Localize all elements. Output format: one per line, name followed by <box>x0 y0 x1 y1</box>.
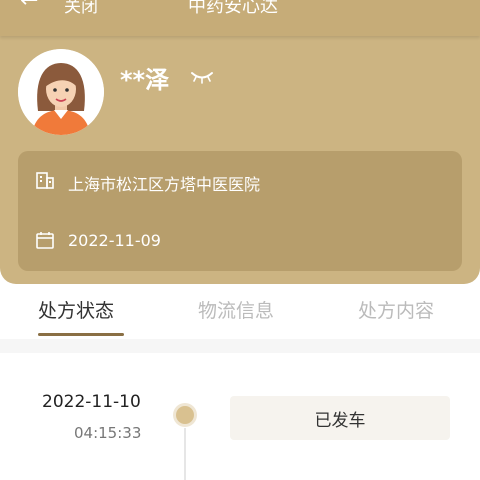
timeline-status-label: 已发车 <box>314 410 366 431</box>
timeline-time: 04:15:33 <box>74 424 142 442</box>
back-arrow-icon[interactable]: ← <box>20 0 38 13</box>
tab-logistics[interactable]: 物流信息 <box>198 296 274 323</box>
visit-date: 2022-11-09 <box>68 231 161 250</box>
tab-prescription-content[interactable]: 处方内容 <box>358 296 434 323</box>
info-card: 上海市松江区方塔中医医院 2022-11-09 <box>18 151 462 271</box>
page-title: 中药安心达 <box>188 0 278 17</box>
eye-closed-icon[interactable] <box>190 69 214 89</box>
tab-prescription-status[interactable]: 处方状态 <box>38 296 114 323</box>
tab-bar: 处方状态 物流信息 处方内容 <box>0 284 480 340</box>
avatar <box>18 49 104 135</box>
top-bar: ← 关闭 中药安心达 <box>0 0 480 36</box>
section-divider <box>0 339 480 353</box>
hospital-building-icon <box>35 170 55 194</box>
timeline-line <box>184 428 186 480</box>
header-panel: ← 关闭 中药安心达 **泽 上海市松江区方塔中医医院 2022-11-09 <box>0 0 480 284</box>
calendar-icon <box>35 230 55 254</box>
timeline-status-badge: 已发车 <box>230 396 450 440</box>
user-name: **泽 <box>120 66 170 94</box>
close-button[interactable]: 关闭 <box>64 0 98 17</box>
timeline-dot <box>176 406 194 424</box>
active-tab-indicator <box>38 333 124 336</box>
timeline-date: 2022-11-10 <box>42 392 141 412</box>
hospital-name: 上海市松江区方塔中医医院 <box>68 175 261 194</box>
